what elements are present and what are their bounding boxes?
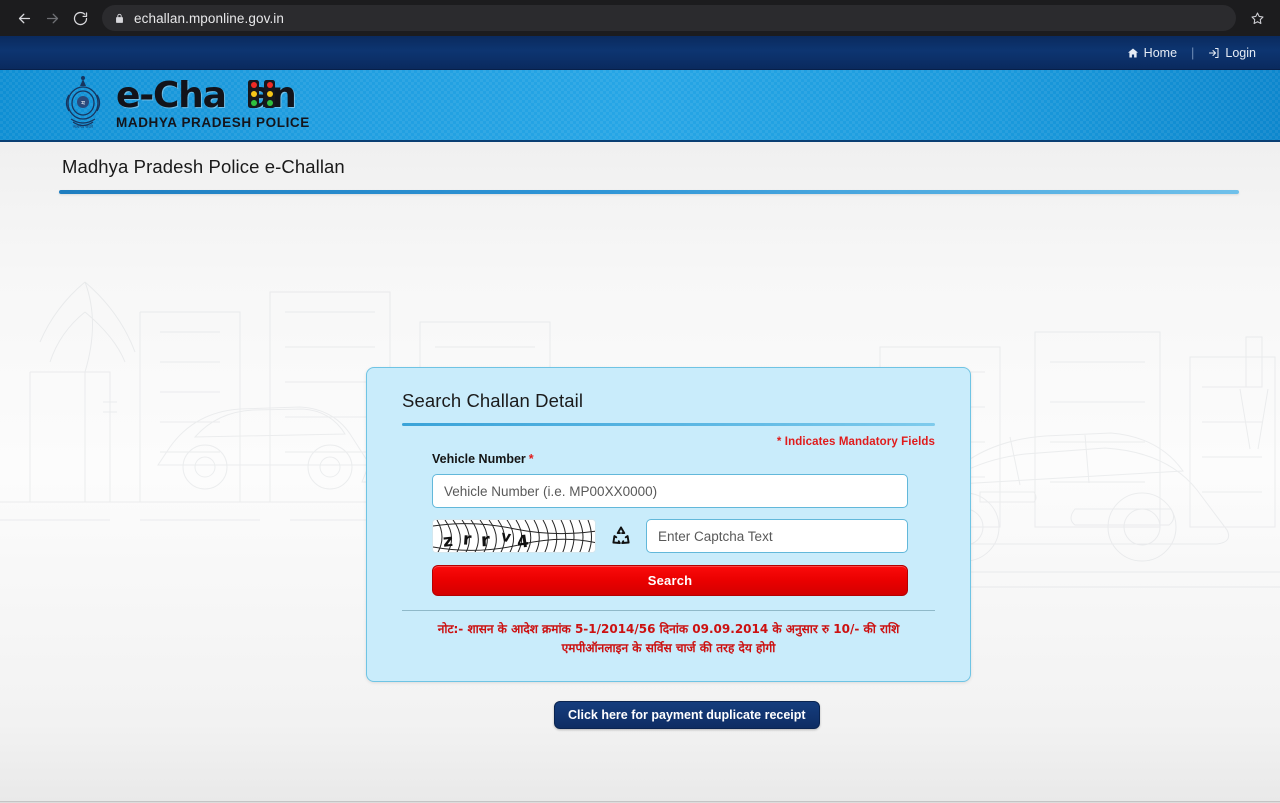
back-button[interactable] <box>10 4 38 32</box>
search-button[interactable]: Search <box>432 565 908 596</box>
lock-icon <box>114 12 125 25</box>
site-top-nav: Home | Login <box>0 36 1280 70</box>
vehicle-number-label-text: Vehicle Number <box>432 452 526 466</box>
hindi-service-charge-note: नोट:- शासन के आदेश क्रमांक 5-1/2014/56 द… <box>437 622 900 655</box>
duplicate-receipt-button[interactable]: Click here for payment duplicate receipt <box>554 701 820 729</box>
note-divider <box>402 610 935 611</box>
svg-text:सत्यमेव जयते: सत्यमेव जयते <box>73 124 93 129</box>
search-challan-card: Search Challan Detail * Indicates Mandat… <box>366 367 971 682</box>
url-text: echallan.mponline.gov.in <box>134 10 284 26</box>
nav-separator: | <box>1191 45 1195 60</box>
address-bar[interactable]: echallan.mponline.gov.in <box>102 5 1236 31</box>
logo-subtitle: MADHYA PRADESH POLICE <box>116 115 310 131</box>
recycle-refresh-icon <box>612 526 630 545</box>
svg-text:म: म <box>81 100 85 107</box>
mandatory-fields-note: * Indicates Mandatory Fields <box>776 436 935 448</box>
forward-button[interactable] <box>38 4 66 32</box>
login-icon <box>1208 47 1220 59</box>
page-body: Madhya Pradesh Police e-Challan Search C… <box>0 142 1280 801</box>
captcha-image: z r r v 4 <box>432 519 596 553</box>
nav-home-label: Home <box>1143 45 1178 60</box>
nav-login-link[interactable]: Login <box>1204 46 1260 60</box>
card-title: Search Challan Detail <box>402 390 584 411</box>
mp-police-emblem-icon: म सत्यमेव जयते <box>65 76 101 129</box>
svg-text:r: r <box>480 530 490 551</box>
site-banner: म सत्यमेव जयते e-Challan MADHYA PRADESH … <box>0 70 1280 142</box>
required-asterisk: * <box>528 452 534 466</box>
vehicle-number-input[interactable] <box>432 474 908 508</box>
captcha-input[interactable] <box>646 519 908 553</box>
logo-text-lead: e-Cha <box>116 75 227 117</box>
reload-button[interactable] <box>66 4 94 32</box>
vehicle-number-row <box>432 466 935 508</box>
title-divider <box>59 190 1239 194</box>
nav-login-label: Login <box>1225 45 1256 60</box>
vehicle-number-label: Vehicle Number * <box>432 452 935 466</box>
captcha-row: z r r v 4 <box>432 519 935 553</box>
traffic-light-icon <box>248 80 275 109</box>
refresh-captcha-button[interactable] <box>606 524 636 548</box>
home-icon <box>1127 47 1139 59</box>
site-logo[interactable]: म सत्यमेव जयते e-Challan MADHYA PRADESH … <box>62 75 310 133</box>
browser-toolbar: echallan.mponline.gov.in <box>0 0 1280 36</box>
bookmark-star-icon[interactable] <box>1244 5 1270 31</box>
nav-home-link[interactable]: Home <box>1123 46 1181 60</box>
card-title-divider <box>402 423 935 426</box>
page-title: Madhya Pradesh Police e-Challan <box>62 156 345 177</box>
